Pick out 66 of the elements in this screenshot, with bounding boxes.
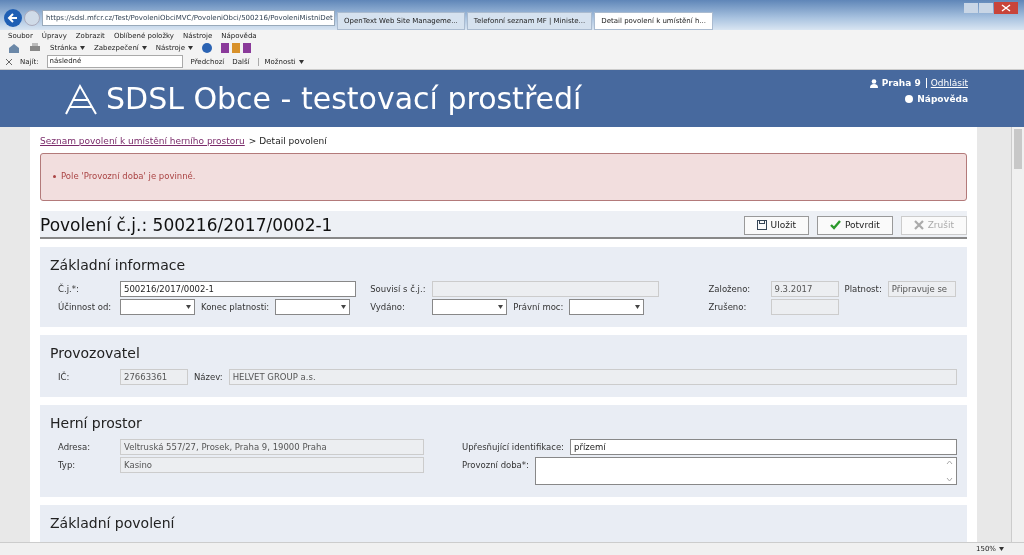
input-field[interactable]: 500216/2017/0002-1 bbox=[120, 281, 357, 297]
site-title: SDSL Obce - testovací prostředí bbox=[106, 81, 582, 116]
section-title: Herní prostor bbox=[50, 415, 143, 431]
page-title: Povolení č.j.: 500216/2017/0002-1 bbox=[40, 215, 333, 235]
breadcrumb-current: > Detail povolení bbox=[248, 136, 327, 146]
input-field: Kasino bbox=[120, 457, 424, 473]
caret-icon bbox=[635, 305, 641, 309]
print-icon[interactable] bbox=[29, 43, 41, 53]
scroll-arrows-icon[interactable] bbox=[946, 459, 953, 483]
input-field: Veltruská 557/27, Prosek, Praha 9, 19000 Praha bbox=[120, 439, 424, 455]
addon-icon[interactable] bbox=[221, 43, 251, 53]
help-icon bbox=[905, 95, 914, 103]
close-icon[interactable] bbox=[6, 58, 12, 65]
field-label: Účinnost od: bbox=[58, 300, 113, 312]
help-icon[interactable] bbox=[202, 43, 212, 53]
caret-icon bbox=[141, 46, 147, 50]
section-title: Základní informace bbox=[50, 257, 187, 273]
confirm-button[interactable]: Potvrdit bbox=[816, 215, 893, 235]
field-label: Č.j.*: bbox=[58, 282, 80, 294]
logout-link[interactable]: Odhlásit bbox=[930, 78, 968, 88]
error-message: Pole 'Provozní doba' je povinné. bbox=[61, 171, 196, 181]
caret-icon bbox=[999, 547, 1004, 551]
input-field: 27663361 bbox=[120, 369, 188, 385]
caret-icon bbox=[498, 305, 504, 309]
breadcrumb-link[interactable]: Seznam povolení k umístění herního prostoru bbox=[40, 136, 245, 146]
help-link[interactable]: Nápověda bbox=[917, 94, 968, 104]
checkmark-icon bbox=[829, 220, 841, 230]
input-field: Připravuje se bbox=[887, 281, 956, 297]
field-label: Upřesňující identifikace: bbox=[462, 441, 564, 452]
input-field: 9.3.2017 bbox=[770, 281, 839, 297]
home-icon[interactable] bbox=[8, 43, 20, 53]
field-label: Typ: bbox=[58, 459, 77, 470]
date-dropdown[interactable] bbox=[275, 299, 351, 315]
section-title: Základní povolení bbox=[50, 515, 176, 531]
field-label: Název: bbox=[194, 371, 223, 382]
date-dropdown[interactable] bbox=[120, 299, 195, 315]
field-label: Zrušeno: bbox=[708, 301, 748, 312]
field-label: Právní moc: bbox=[513, 301, 564, 312]
bullet-icon bbox=[53, 174, 56, 178]
date-dropdown[interactable] bbox=[569, 299, 645, 315]
field-label: Konec platnosti: bbox=[201, 301, 270, 312]
user-icon bbox=[869, 78, 878, 88]
input-field: HELVET GROUP a.s. bbox=[228, 369, 957, 385]
field-label: Souvisí s č.j.: bbox=[370, 283, 427, 294]
cross-icon bbox=[913, 220, 924, 230]
caret-icon bbox=[186, 305, 191, 309]
save-button[interactable]: Uložit bbox=[743, 215, 809, 235]
field-label: Adresa: bbox=[58, 441, 92, 452]
back-button[interactable] bbox=[4, 9, 22, 27]
caret-icon bbox=[341, 305, 347, 309]
back-arrow-icon bbox=[7, 12, 19, 24]
date-dropdown[interactable] bbox=[432, 299, 508, 315]
field-label: Platnost: bbox=[844, 283, 882, 294]
text-area[interactable] bbox=[534, 457, 957, 485]
section-title: Provozovatel bbox=[50, 345, 141, 361]
field-label: Provozní doba*: bbox=[462, 459, 529, 470]
field-label: Vydáno: bbox=[370, 301, 406, 312]
scrollbar[interactable] bbox=[1011, 127, 1024, 542]
window-controls-icon[interactable] bbox=[964, 2, 1018, 14]
caret-icon bbox=[298, 59, 304, 64]
caret-icon bbox=[80, 46, 85, 50]
field-label: IČ: bbox=[58, 370, 71, 382]
caret-icon bbox=[188, 46, 193, 50]
field-label: Založeno: bbox=[708, 283, 752, 294]
user-name: Praha 9 bbox=[881, 78, 927, 88]
input-field[interactable]: přízemí bbox=[570, 439, 957, 455]
